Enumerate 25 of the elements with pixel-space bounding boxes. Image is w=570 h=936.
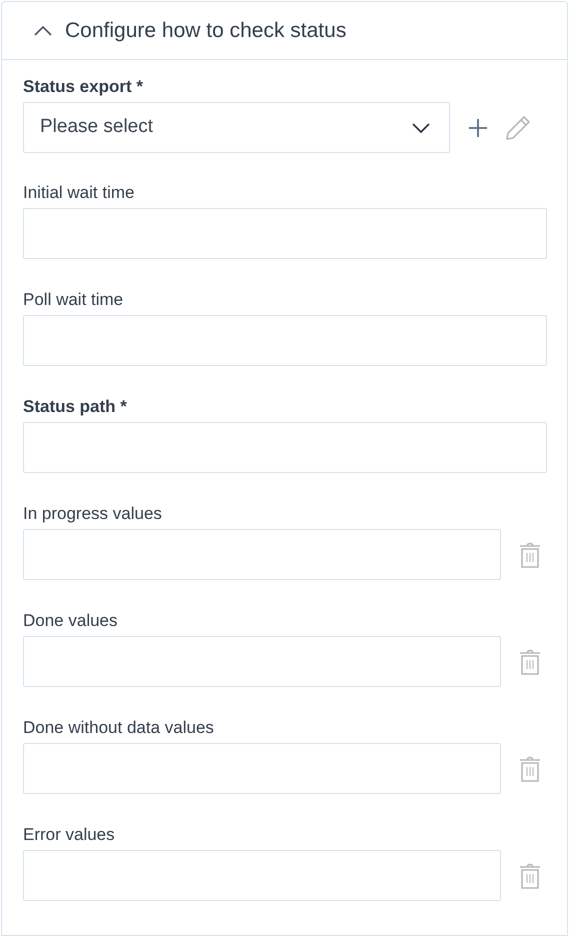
field-label: Done without data values — [23, 717, 215, 739]
input-field[interactable] — [23, 743, 501, 794]
input-field[interactable] — [23, 850, 501, 901]
input-field[interactable] — [23, 208, 547, 259]
field-label: Status path * — [23, 396, 128, 418]
pencil-icon[interactable] — [504, 114, 532, 142]
input-field[interactable] — [23, 315, 547, 366]
field-label: Error values — [23, 824, 116, 846]
trash-icon[interactable] — [519, 862, 541, 890]
trash-icon[interactable] — [519, 648, 541, 676]
field-label: Done values — [23, 610, 119, 632]
field-label: Status export * — [23, 76, 144, 98]
input-field[interactable] — [23, 422, 547, 473]
input-field[interactable] — [23, 636, 501, 687]
field-label: Initial wait time — [23, 182, 136, 204]
chevron-down-icon — [411, 122, 431, 134]
trash-icon[interactable] — [519, 540, 541, 568]
input-field[interactable] — [23, 529, 501, 580]
field-label: Poll wait time — [23, 289, 124, 311]
chevron-icon — [33, 24, 53, 38]
add-icon[interactable] — [468, 118, 488, 138]
trash-icon[interactable] — [519, 754, 541, 782]
section-header[interactable]: Configure how to check status — [33, 14, 346, 46]
field-label: In progress values — [23, 503, 163, 525]
select-field[interactable]: Please select — [23, 102, 450, 153]
